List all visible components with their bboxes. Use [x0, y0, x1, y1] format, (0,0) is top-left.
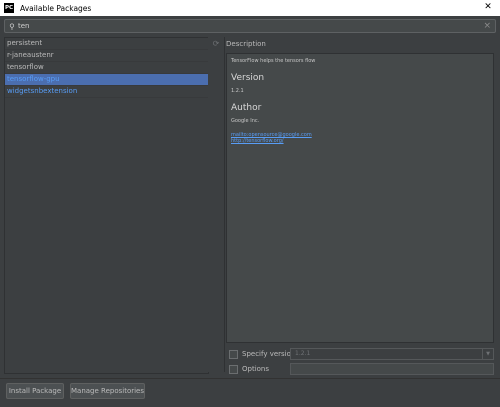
options-checkbox[interactable]: [229, 364, 238, 374]
specify-version-label: Specify version: [242, 350, 296, 358]
close-window-button[interactable]: ✕: [482, 1, 494, 13]
footer: Install Package Manage Repositories: [0, 378, 500, 407]
description-panel: TensorFlow helps the tensors flow Versio…: [226, 53, 494, 343]
specify-version-row: Specify version: [229, 348, 295, 360]
refresh-icon[interactable]: ⟳: [208, 39, 224, 48]
options-row: Options: [229, 363, 269, 375]
version-heading: Version: [231, 73, 265, 83]
search-icon[interactable]: ⚲: [7, 22, 17, 31]
list-toolbar: ⟳: [208, 37, 225, 372]
specify-version-checkbox[interactable]: [229, 349, 238, 359]
clear-search-icon[interactable]: ×: [483, 20, 491, 32]
search-input[interactable]: ten: [18, 22, 30, 30]
options-input[interactable]: [290, 363, 494, 375]
package-item[interactable]: widgetsnbextension: [5, 86, 208, 98]
package-item[interactable]: tensorflow: [5, 62, 208, 74]
title-bar: PC Available Packages ✕: [0, 0, 500, 16]
package-item[interactable]: persistent: [5, 38, 208, 50]
manage-repositories-button[interactable]: Manage Repositories: [70, 383, 145, 399]
package-summary: TensorFlow helps the tensors flow: [231, 58, 316, 64]
package-item[interactable]: r-janeaustenr: [5, 50, 208, 62]
install-package-button[interactable]: Install Package: [6, 383, 64, 399]
app-icon: PC: [4, 3, 14, 13]
author-value: Google Inc.: [231, 118, 260, 124]
version-value: 1.2.1: [231, 88, 244, 94]
window-controls: ✕: [482, 1, 494, 13]
description-header: Description: [226, 40, 266, 48]
homepage-link[interactable]: http://tensorflow.org/: [231, 138, 489, 144]
options-label: Options: [242, 365, 270, 373]
chevron-down-icon[interactable]: ▼: [482, 349, 493, 359]
package-list[interactable]: persistent r-janeaustenr tensorflow tens…: [4, 37, 209, 374]
version-select[interactable]: 1.2.1 ▼: [290, 348, 494, 360]
version-select-value: 1.2.1: [295, 350, 311, 357]
author-heading: Author: [231, 103, 262, 113]
search-field[interactable]: ⚲ ten ×: [4, 19, 496, 33]
window-title: Available Packages: [20, 3, 92, 13]
package-item-selected[interactable]: tensorflow-gpu: [5, 74, 208, 86]
